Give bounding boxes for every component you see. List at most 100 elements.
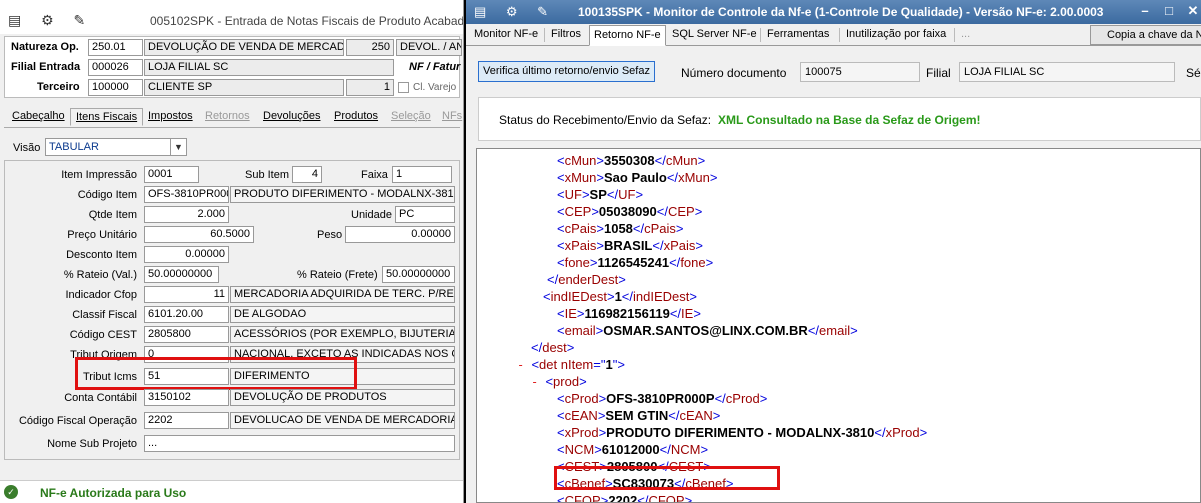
window-menu-icons[interactable]: ▤ ⚙ ✎ [474,4,556,20]
filial-field[interactable]: LOJA FILIAL SC [959,62,1175,82]
tab-monitor-nfe[interactable]: Monitor NF-e [470,28,542,40]
xml-open-det: - <det nItem="1"> [517,357,625,372]
visao-label: Visão [13,142,41,154]
left-window-title: 005102SPK - Entrada de Notas Fiscais de … [150,14,464,28]
indicador-cfop-label: Indicador Cfop [65,289,137,301]
tab-cabecalho[interactable]: Cabeçalho [12,110,65,122]
rateio-frete-field[interactable]: 50.00000000 [382,266,455,283]
desconto-item-field[interactable]: 0.00000 [144,246,229,263]
sefaz-status-label: Status do Recebimento/Envio da Sefaz: [499,113,712,127]
sub-projeto-field[interactable]: ... [144,435,455,452]
xml-line-xPais: <xPais>BRASIL</xPais> [557,238,703,253]
xml-close-dest: </dest> [531,340,575,355]
filial-code-field[interactable]: 000026 [88,59,143,76]
filial-label: Filial [926,66,951,80]
xml-line-xProd: <xProd>PRODUTO DIFERIMENTO - MODALNX-381… [557,425,928,440]
codigo-cest-field[interactable]: 2805800 [144,326,229,343]
cfo-field[interactable]: 2202 [144,412,229,429]
codigo-item-field[interactable]: OFS-3810PR000 [144,186,229,203]
xml-line-UF: <UF>SP</UF> [557,187,644,202]
tab-ferramentas[interactable]: Ferramentas [763,28,833,40]
tab-retorno-nfe[interactable]: Retorno NF-e [589,25,666,46]
conta-contabil-field[interactable]: 3150102 [144,389,229,406]
chevron-down-icon[interactable]: ▼ [170,139,186,155]
document-toolbar: Verifica último retorno/envio Sefaz Núme… [466,48,1201,96]
xml-open-prod: - <prod> [531,374,587,389]
check-icon: ✓ [4,485,18,499]
tab-retornos[interactable]: Retornos [205,110,250,122]
tab-selecao[interactable]: Seleção [391,110,431,122]
item-impressao-label: Item Impressão [61,169,137,181]
tab-itens-fiscais[interactable]: Itens Fiscais [70,108,144,126]
tab-produtos[interactable]: Produtos [334,110,378,122]
natureza-code-field[interactable]: 250.01 [88,39,143,56]
qtde-item-field[interactable]: 2.000 [144,206,229,223]
xml-line-cPais: <cPais>1058</cPais> [557,221,684,236]
sefaz-status-value: XML Consultado na Base da Sefaz de Orige… [718,113,981,127]
classif-fiscal-field[interactable]: 6101.20.00 [144,306,229,323]
minimize-icon[interactable]: – [1136,3,1154,18]
item-impressao-field[interactable]: 0001 [144,166,199,183]
xml-line-IE: <IE>116982156119</IE> [557,306,701,321]
codigo-cest-desc: ACESSÓRIOS (POR EXEMPLO, BIJUTERIAS, RE [230,326,455,343]
tribut-icms-highlight [75,357,357,390]
rateio-val-field[interactable]: 50.00000000 [144,266,219,283]
cl-varejo-checkbox[interactable] [398,82,409,93]
copy-key-button[interactable]: Copia a chave da N [1090,25,1201,45]
conta-contabil-desc: DEVOLUÇÃO DE PRODUTOS [230,389,455,406]
indicador-cfop-field[interactable]: 11 [144,286,229,303]
xml-close-enderDest: </enderDest> [547,272,626,287]
monitor-nfe-window: ▤ ⚙ ✎ 100135SPK - Monitor de Controle da… [466,0,1201,503]
close-icon[interactable]: ✕ [1184,3,1201,19]
serie-label: Sé [1186,66,1201,80]
cbenef-highlight [554,466,780,490]
peso-label: Peso [317,229,343,241]
sefaz-status-panel: Status do Recebimento/Envio da Sefaz: XM… [478,97,1201,141]
sub-item-label: Sub Item [245,169,290,181]
document-header: Natureza Op. 250.01 DEVOLUÇÃO DE VENDA D… [4,36,462,98]
tab-more[interactable]: ... [957,28,974,40]
numero-documento-field[interactable]: 100075 [800,62,920,82]
natureza-num-field: 250 [346,39,394,56]
codigo-cest-label: Código CEST [69,329,137,341]
xml-line-cMun: <cMun>3550308</cMun> [557,153,706,168]
sub-item-field[interactable]: 4 [292,166,322,183]
xml-line-CFOP: <CFOP>2202</CFOP> [557,493,693,503]
tab-impostos[interactable]: Impostos [148,110,193,122]
xml-line-xMun: <xMun>Sao Paulo</xMun> [557,170,718,185]
preco-unitario-field[interactable]: 60.5000 [144,226,254,243]
rateio-val-label: % Rateio (Val.) [63,269,137,281]
numero-documento-label: Número documento [681,66,787,80]
visao-select[interactable]: TABULAR ▼ [45,138,187,156]
natureza-label: Natureza Op. [11,41,79,53]
natureza-extra-field: DEVOL. / ANU [396,39,462,56]
tab-separator [839,28,840,42]
nf-fatura-label: NF / Fatur [409,61,461,73]
peso-field[interactable]: 0.00000 [345,226,455,243]
tab-devolucoes[interactable]: Devoluções [263,110,320,122]
terceiro-code-field[interactable]: 100000 [88,79,143,96]
nfe-status-text: NF-e Autorizada para Uso [40,486,187,500]
verify-sefaz-button[interactable]: Verifica último retorno/envio Sefaz [478,61,655,82]
cfo-desc: DEVOLUCAO DE VENDA DE MERCADORIA ADQ [230,412,455,429]
right-tabs: Monitor NF-e Filtros Retorno NF-e SQL Se… [466,24,1201,46]
xml-viewer[interactable]: <cMun>3550308</cMun> <xMun>Sao Paulo</xMu… [476,148,1201,503]
window-menu-icons[interactable]: ▤ ⚙ ✎ [8,12,93,29]
rateio-frete-label: % Rateio (Frete) [297,269,378,281]
faixa-field[interactable]: 1 [392,166,452,183]
maximize-icon[interactable]: □ [1160,3,1178,18]
unidade-field[interactable]: PC [395,206,455,223]
indicador-cfop-desc: MERCADORIA ADQUIRIDA DE TERC. P/REVEN [230,286,455,303]
cfo-label: Código Fiscal Operação [18,415,137,427]
codigo-item-desc: PRODUTO DIFERIMENTO - MODALNX-3810 [230,186,455,203]
tab-filtros[interactable]: Filtros [547,28,585,40]
tab-inutilizacao[interactable]: Inutilização por faixa [842,28,950,40]
tab-sql-server-nfe[interactable]: SQL Server NF-e [668,28,761,40]
tab-nfs[interactable]: NFs [442,110,462,122]
tab-separator [544,28,545,42]
conta-contabil-label: Conta Contábil [64,392,137,404]
sub-projeto-label: Nome Sub Projeto [47,438,137,450]
xml-line-email: <email>OSMAR.SANTOS@LINX.COM.BR</email> [557,323,858,338]
desconto-item-label: Desconto Item [66,249,137,261]
entrada-notas-window: ▤ ⚙ ✎ 005102SPK - Entrada de Notas Fisca… [0,0,464,503]
